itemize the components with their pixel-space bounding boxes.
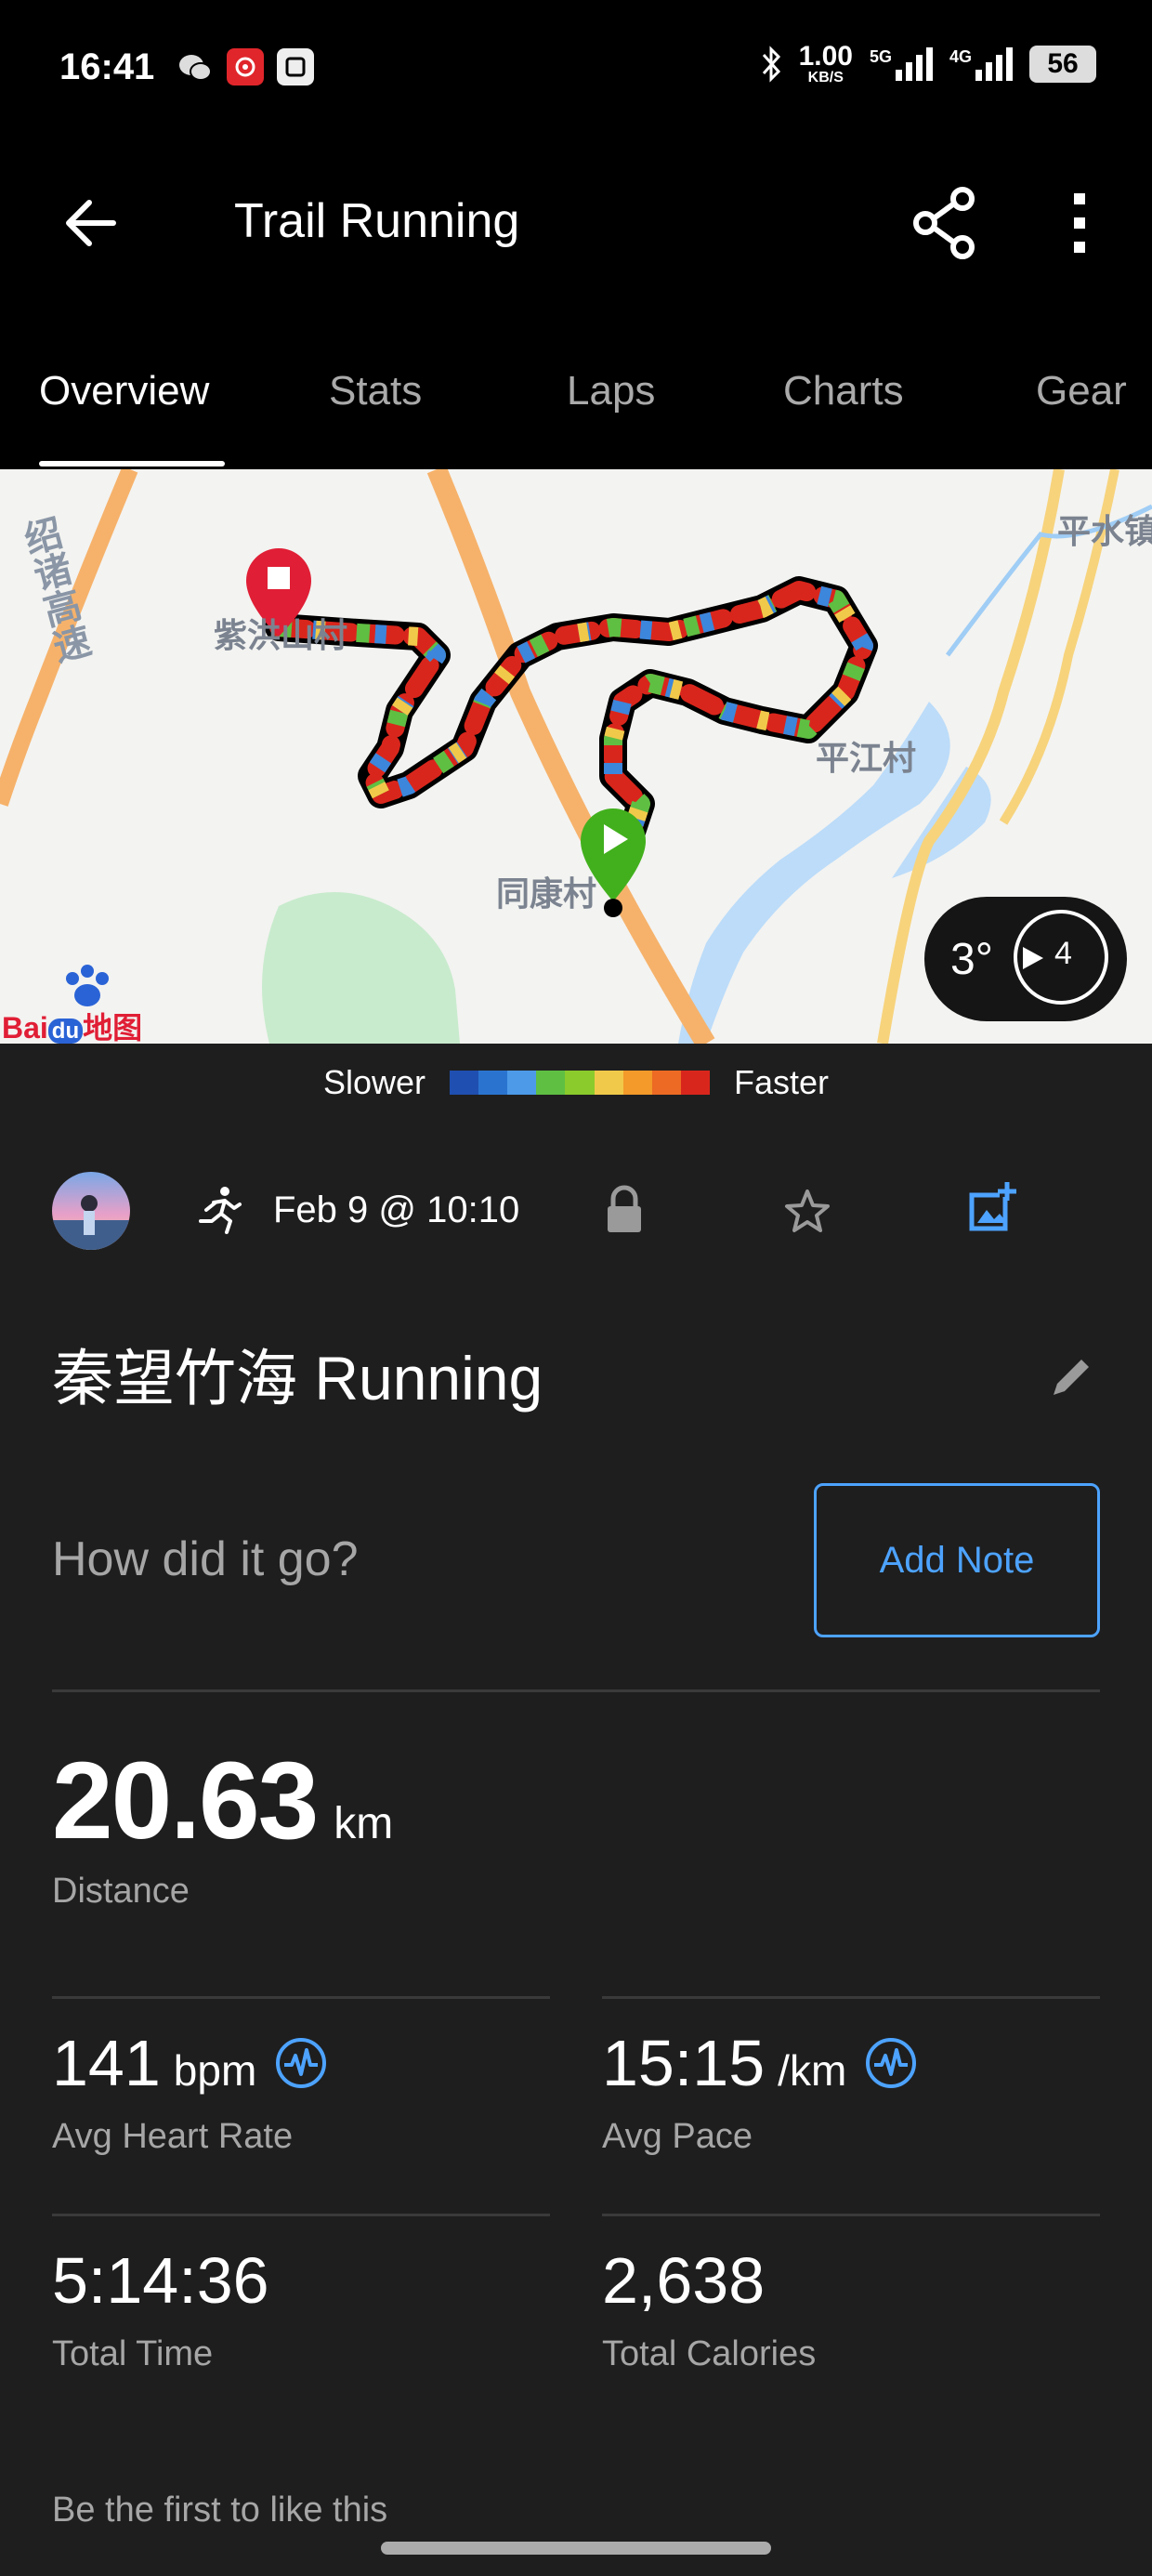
network-speed: 1.00 KB/S <box>798 41 853 85</box>
gesture-nav-handle[interactable] <box>381 2542 771 2555</box>
avg-pace-label: Avg Pace <box>602 2117 753 2156</box>
lock-icon[interactable] <box>602 1184 647 1236</box>
pulse-icon[interactable] <box>865 2037 917 2089</box>
arrow-left-icon[interactable] <box>59 193 119 253</box>
divider <box>602 1996 1100 1999</box>
tab-laps[interactable]: Laps <box>567 368 655 414</box>
avg-pace-value: 15:15 <box>602 2027 766 2099</box>
divider <box>602 2214 1100 2216</box>
distance-label: Distance <box>52 1872 190 1911</box>
calories-label: Total Calories <box>602 2334 817 2373</box>
activity-title: 秦望竹海 Running <box>52 1344 543 1413</box>
map-label-village-right: 平江村 <box>816 739 917 777</box>
baidu-logo-icon <box>66 965 109 1006</box>
total-time-label: Total Time <box>52 2334 214 2373</box>
avg-hr-value: 141 <box>52 2027 161 2099</box>
compass-angle: 3° <box>950 935 993 984</box>
add-note-button[interactable]: Add Note <box>814 1483 1100 1637</box>
add-photo-icon[interactable] <box>964 1180 1020 1236</box>
route-track <box>265 576 878 892</box>
divider <box>52 2214 550 2216</box>
status-time: 16:41 <box>59 46 155 87</box>
avatar[interactable] <box>52 1172 130 1250</box>
avg-heart-rate-stat: 141 bpm <box>52 2026 327 2100</box>
legend-swatch <box>622 1071 652 1095</box>
star-icon[interactable] <box>782 1186 832 1236</box>
map-label-village-top: 紫洪山村 <box>214 616 348 654</box>
more-vertical-icon[interactable] <box>1059 188 1100 258</box>
activity-info-row: Feb 9 @ 10:10 <box>0 1169 1152 1253</box>
calories-value: 2,638 <box>602 2244 766 2317</box>
legend-swatch <box>450 1071 479 1095</box>
share-icon[interactable] <box>912 186 977 260</box>
tab-bar: Overview Stats Laps Charts Gear <box>0 307 1152 469</box>
distance-value: 20.63 <box>52 1740 319 1862</box>
status-bar: 16:41 1.00 KB/S 5G 4G 56 <box>0 0 1152 139</box>
activity-date: Feb 9 @ 10:10 <box>273 1189 520 1230</box>
avg-hr-label: Avg Heart Rate <box>52 2117 294 2156</box>
legend-swatch <box>536 1071 566 1095</box>
legend-color-bar <box>450 1071 710 1095</box>
pace-legend: Slower Faster <box>0 1044 1152 1122</box>
page-title: Trail Running <box>234 194 520 248</box>
legend-swatch <box>594 1071 623 1095</box>
tab-stats[interactable]: Stats <box>329 368 422 414</box>
avg-hr-unit: bpm <box>173 2046 257 2095</box>
compass-number: 4 <box>1054 936 1072 971</box>
signal-icon-2: 4G <box>949 47 1013 81</box>
edit-icon[interactable] <box>1048 1352 1096 1400</box>
pulse-icon[interactable] <box>275 2037 327 2089</box>
wechat-icon <box>177 48 214 85</box>
legend-swatch <box>478 1071 508 1095</box>
avg-pace-stat: 15:15 /km <box>602 2026 917 2100</box>
distance-stat: 20.63 km <box>52 1738 393 1864</box>
legend-faster: Faster <box>734 1063 830 1101</box>
map-label-village-start: 同康村 <box>496 874 597 913</box>
legend-swatch <box>565 1071 595 1095</box>
battery-icon: 56 <box>1029 46 1096 83</box>
compass-arrow-icon <box>1023 947 1043 969</box>
legend-swatch <box>651 1071 681 1095</box>
tab-overview[interactable]: Overview <box>39 368 209 414</box>
baidu-map-logo: Bai du 地图 <box>2 1011 143 1044</box>
total-time-value: 5:14:36 <box>52 2244 269 2317</box>
avg-pace-unit: /km <box>778 2046 847 2095</box>
map-label-corner: 平水镇 <box>1057 512 1152 550</box>
bluetooth-icon <box>762 46 780 83</box>
divider <box>52 1689 1100 1692</box>
status-notification-icons <box>177 48 314 85</box>
signal-icon: 5G <box>870 47 933 81</box>
app-bar: Trail Running <box>0 139 1152 307</box>
map-compass[interactable]: 3° 4 <box>924 897 1127 1021</box>
tab-gear[interactable]: Gear <box>1036 368 1127 414</box>
compass-dial-icon: 4 <box>1014 910 1108 1005</box>
likes-text[interactable]: Be the first to like this <box>52 2491 387 2530</box>
distance-unit: km <box>334 1799 394 1848</box>
total-calories-stat: 2,638 <box>602 2243 765 2318</box>
netease-music-icon <box>227 48 264 85</box>
divider <box>52 1996 550 1999</box>
legend-slower: Slower <box>322 1063 425 1101</box>
legend-swatch <box>507 1071 537 1095</box>
legend-swatch <box>680 1071 710 1095</box>
app-icon <box>277 48 314 85</box>
tab-charts[interactable]: Charts <box>783 368 904 414</box>
total-time-stat: 5:14:36 <box>52 2243 269 2318</box>
note-prompt: How did it go? <box>52 1532 359 1586</box>
running-icon <box>199 1187 242 1234</box>
route-map[interactable]: 绍诸高速 紫洪山村 平江村 同康村 平水镇 Bai du 地图 3° 4 <box>0 469 1152 1044</box>
active-tab-indicator <box>39 461 225 467</box>
status-system-icons: 1.00 KB/S 5G 4G 56 <box>760 43 1096 85</box>
